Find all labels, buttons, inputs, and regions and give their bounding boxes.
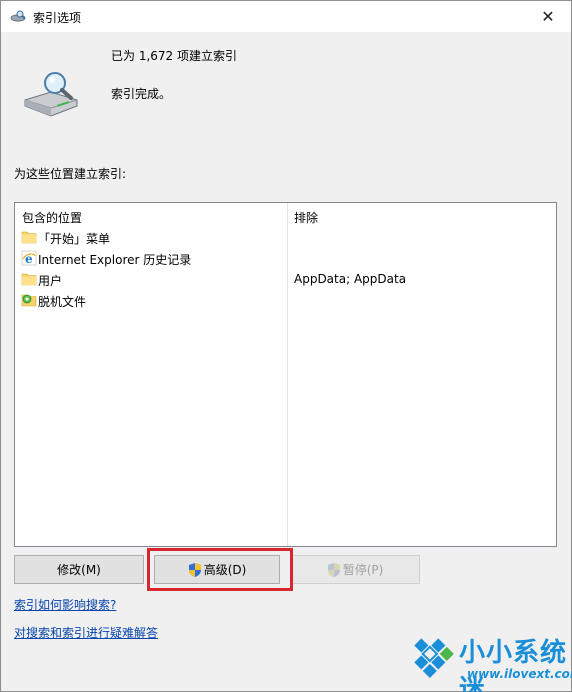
location-name: Internet Explorer 历史记录 xyxy=(38,253,192,267)
location-name: 脱机文件 xyxy=(38,295,87,309)
list-item[interactable]: 脱机文件 xyxy=(15,290,556,311)
location-excluded: AppData; AppData xyxy=(294,272,407,286)
locations-section-label: 为这些位置建立索引: xyxy=(14,167,127,181)
indexing-status-text: 索引完成。 xyxy=(111,87,172,101)
ie-icon: e xyxy=(21,250,37,266)
column-header-excluded[interactable]: 排除 xyxy=(294,209,318,226)
dialog-content: 已为 1,672 项建立索引 索引完成。 为这些位置建立索引: 包含的位置 排除… xyxy=(1,32,572,692)
list-item[interactable]: 用户 AppData; AppData xyxy=(15,269,556,290)
uac-shield-icon xyxy=(327,562,340,577)
watermark-text: 小小系统迷 xyxy=(459,638,568,692)
list-item[interactable]: 「开始」菜单 xyxy=(15,227,556,248)
close-button[interactable]: ✕ xyxy=(525,1,571,32)
indexing-options-window: 索引选项 ✕ 已为 1,672 项建立索引 索引完成。 为这些位置建立索引: 包… xyxy=(0,0,572,692)
title-bar[interactable]: 索引选项 ✕ xyxy=(1,1,571,32)
advanced-button-label: 高级(D) xyxy=(203,563,247,577)
close-icon: ✕ xyxy=(541,7,555,26)
watermark-logo-icon xyxy=(414,638,454,678)
list-item[interactable]: e Internet Explorer 历史记录 xyxy=(15,248,556,269)
pause-button[interactable]: 暂停(P) xyxy=(290,555,420,584)
how-indexing-affects-search-link[interactable]: 索引如何影响搜索? xyxy=(14,596,116,613)
troubleshoot-search-link[interactable]: 对搜索和索引进行疑难解答 xyxy=(14,624,158,641)
folder-icon xyxy=(21,231,37,244)
indexed-count-text: 已为 1,672 项建立索引 xyxy=(111,49,237,63)
watermark-url: www.ilovext.com xyxy=(467,667,572,681)
advanced-button[interactable]: 高级(D) xyxy=(154,555,280,584)
hard-drive-search-icon xyxy=(24,72,78,117)
pause-button-label: 暂停(P) xyxy=(342,563,384,577)
modify-button[interactable]: 修改(M) xyxy=(14,555,144,584)
folder-icon xyxy=(21,273,37,286)
uac-shield-icon xyxy=(188,562,201,577)
indexed-locations-list[interactable]: 包含的位置 排除 「开始」菜单 e Internet Explorer 历史记录 xyxy=(14,202,557,547)
column-header-included[interactable]: 包含的位置 xyxy=(22,209,82,226)
location-name: 用户 xyxy=(38,274,63,288)
indexing-app-icon xyxy=(10,10,26,22)
window-title: 索引选项 xyxy=(33,11,82,25)
modify-button-label: 修改(M) xyxy=(57,563,101,577)
location-name: 「开始」菜单 xyxy=(38,232,111,246)
offline-files-icon xyxy=(21,294,37,307)
